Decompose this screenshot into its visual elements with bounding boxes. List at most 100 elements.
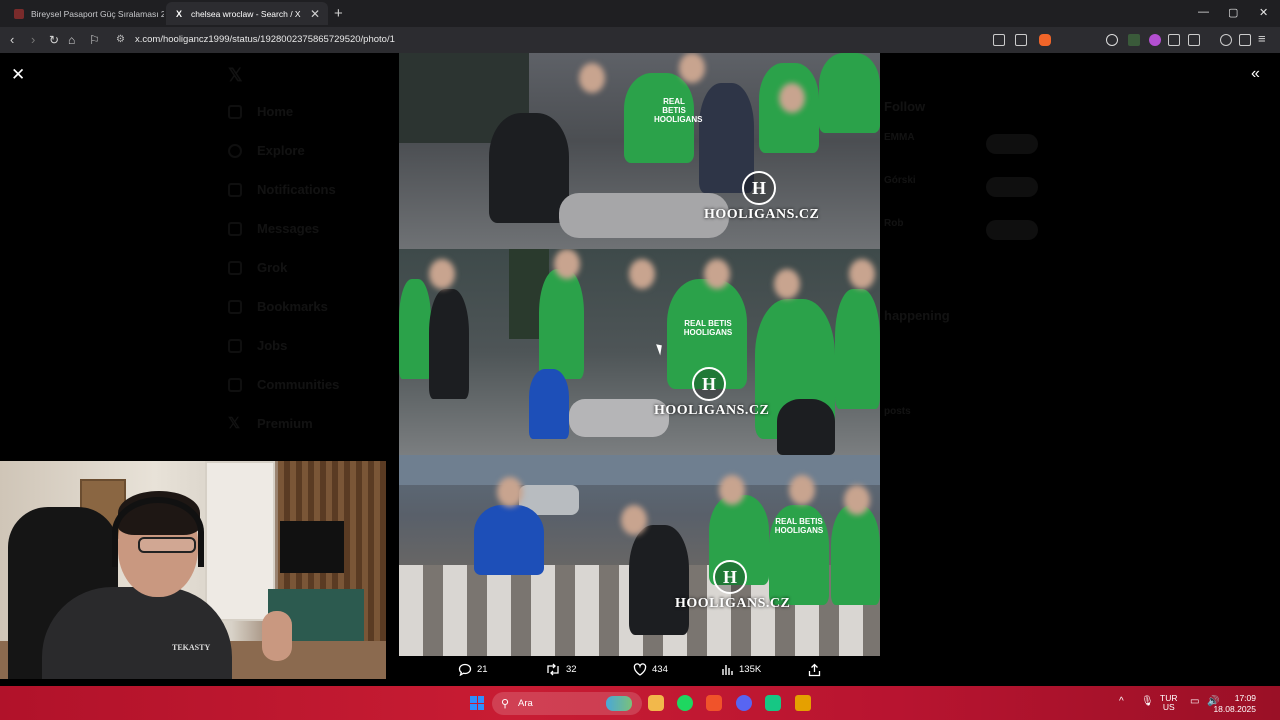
extension-code-icon[interactable] — [1128, 34, 1140, 46]
taskbar-search[interactable]: ⚲ Ara — [492, 692, 642, 715]
share-icon[interactable] — [1015, 34, 1027, 46]
briefcase-icon — [228, 339, 242, 353]
sidebar-item-grok[interactable]: Grok — [257, 260, 287, 275]
sidebar-item-home[interactable]: Home — [257, 104, 293, 119]
explore-icon — [228, 144, 242, 158]
expand-sidebar-button[interactable]: « — [1251, 65, 1260, 83]
reply-icon — [458, 663, 472, 676]
back-icon[interactable]: ‹ — [10, 32, 14, 48]
tray-chevron-icon[interactable]: ^ — [1119, 697, 1124, 707]
repost-button[interactable]: 32 — [545, 663, 577, 676]
extension-shield-icon[interactable] — [1149, 34, 1161, 46]
views-button[interactable]: 135K — [721, 663, 761, 676]
brave-shield-icon[interactable] — [1039, 34, 1051, 46]
site-favicon-icon — [14, 8, 24, 19]
trend-post-count: posts — [884, 406, 911, 417]
like-button[interactable]: 434 — [633, 663, 668, 676]
network-icon[interactable]: ▭ — [1190, 697, 1199, 707]
repost-count: 32 — [566, 664, 577, 675]
cast-icon[interactable] — [993, 34, 1005, 46]
extensions-puzzle-icon[interactable] — [1168, 34, 1180, 46]
shirt-text: REAL BETIS HOOLIGANS — [654, 97, 703, 124]
app-icon[interactable] — [795, 695, 811, 711]
address-bar-row: ‹ › ↻ ⌂ ⚐ ⚙ x.com/hooligancz1999/status/… — [0, 27, 1280, 53]
window-close-button[interactable]: ✕ — [1259, 6, 1268, 19]
sidebar-item-notifications[interactable]: Notifications — [257, 182, 336, 197]
sidebar-item-communities[interactable]: Communities — [257, 377, 339, 392]
spotify-icon[interactable] — [677, 695, 693, 711]
start-button[interactable] — [470, 696, 484, 710]
tab-title: Bireysel Pasaport Güç Sıralaması 2025 — [31, 8, 164, 19]
follow-button[interactable] — [986, 177, 1038, 197]
analytics-icon — [722, 665, 733, 675]
post-photo[interactable]: REAL BETIS HOOLIGANS H HOOLIGANS.CZ REAL… — [399, 53, 880, 656]
tab-x-search[interactable]: X chelsea wroclaw - Search / X ✕ — [166, 2, 328, 25]
follow-suggestion-name: Rob — [884, 218, 904, 229]
sidebar-item-jobs[interactable]: Jobs — [257, 338, 287, 353]
x-logo-icon: X — [175, 8, 182, 19]
photo-panel-top: REAL BETIS HOOLIGANS H HOOLIGANS.CZ — [399, 53, 880, 249]
home-icon[interactable]: ⌂ — [68, 32, 75, 48]
language-indicator[interactable]: TUR US — [1160, 694, 1177, 712]
taskbar-search-placeholder: Ara — [518, 698, 533, 709]
close-tab-icon[interactable]: ✕ — [310, 7, 320, 21]
home-icon — [228, 105, 242, 119]
watermark-logo: H HOOLIGANS.CZ — [675, 560, 790, 612]
sidebar-item-messages[interactable]: Messages — [257, 221, 319, 236]
reload-icon[interactable]: ↻ — [49, 32, 59, 48]
grok-icon — [228, 261, 242, 275]
search-icon: ⚲ — [501, 698, 510, 710]
headset-icon — [112, 497, 204, 567]
tab-passport-ranking[interactable]: Bireysel Pasaport Güç Sıralaması 2025 — [6, 2, 164, 25]
photo-panel-bottom: REAL BETIS HOOLIGANS H HOOLIGANS.CZ — [399, 455, 880, 656]
tab-title: chelsea wroclaw - Search / X — [191, 8, 301, 19]
sidebar-item-explore[interactable]: Explore — [257, 143, 305, 158]
discord-icon[interactable] — [736, 695, 752, 711]
photo-panel-middle: REAL BETIS HOOLIGANS H HOOLIGANS.CZ — [399, 249, 880, 455]
sidebar-toggle-icon[interactable] — [1239, 34, 1251, 46]
share-icon — [808, 663, 821, 677]
share-button[interactable] — [808, 663, 826, 677]
maximize-button[interactable]: ▢ — [1228, 6, 1238, 19]
bookmark-icon[interactable]: ⚐ — [89, 32, 100, 48]
microphone-icon[interactable]: 🎙 — [1141, 697, 1154, 707]
repost-icon — [547, 663, 559, 676]
x-logo-icon: 𝕏 — [228, 65, 243, 85]
file-explorer-icon[interactable] — [648, 695, 664, 711]
clock-time: 17:09 — [1234, 693, 1256, 703]
premium-icon: 𝕏 — [228, 415, 241, 432]
reply-count: 21 — [477, 664, 488, 675]
tshirt-print: TEKASTY — [172, 643, 211, 652]
communities-icon — [228, 378, 242, 392]
screenshot-icon[interactable] — [1188, 34, 1200, 46]
shirt-text: REAL BETIS HOOLIGANS — [683, 319, 733, 337]
media-music-icon[interactable] — [1220, 34, 1232, 46]
site-info-icon[interactable]: ⚙ — [116, 34, 125, 45]
like-count: 434 — [652, 664, 668, 675]
bookmark-icon — [228, 300, 242, 314]
minimize-button[interactable]: — — [1198, 6, 1209, 18]
watermark-logo: H HOOLIGANS.CZ — [654, 367, 769, 419]
follow-button[interactable] — [986, 220, 1038, 240]
extension-camera-icon[interactable] — [1106, 34, 1118, 46]
menu-icon[interactable]: ≡ — [1258, 31, 1266, 47]
forward-icon[interactable]: › — [31, 32, 35, 48]
url-field[interactable]: x.com/hooligancz1999/status/192800237586… — [135, 34, 395, 45]
who-to-follow-heading: Follow — [884, 99, 926, 114]
sidebar-item-premium[interactable]: Premium — [257, 416, 313, 431]
brave-icon[interactable] — [706, 695, 722, 711]
close-lightbox-button[interactable]: ✕ — [11, 65, 25, 85]
shirt-text: REAL BETIS HOOLIGANS — [774, 517, 824, 535]
system-clock[interactable]: 17:09 18.08.2025 — [1213, 693, 1256, 715]
reply-button[interactable]: 21 — [458, 663, 488, 676]
sidebar-item-bookmarks[interactable]: Bookmarks — [257, 299, 328, 314]
whats-happening-heading: happening — [884, 308, 950, 323]
chat-app-icon[interactable] — [765, 695, 781, 711]
streamer-body — [42, 587, 232, 679]
mail-icon — [228, 222, 242, 236]
post-action-bar: 21 32 434 135K — [458, 663, 838, 683]
new-tab-button[interactable]: + — [334, 5, 343, 22]
follow-button[interactable] — [986, 134, 1038, 154]
search-highlight-icon — [606, 696, 632, 711]
follow-suggestion-name: Górski — [884, 175, 916, 186]
